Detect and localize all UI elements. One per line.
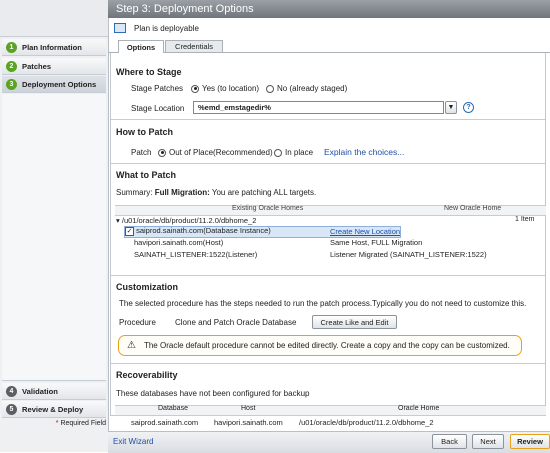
search-icon[interactable]: ? bbox=[463, 102, 474, 113]
stage-no-label: No (already staged) bbox=[277, 84, 348, 93]
page-title: Step 3: Deployment Options bbox=[108, 0, 550, 18]
warning-icon: ⚠ bbox=[127, 339, 136, 351]
collapse-icon[interactable]: ▾ bbox=[116, 216, 120, 225]
item-count: 1 Item bbox=[515, 216, 535, 223]
step-1-icon: 1 bbox=[6, 41, 17, 53]
col-database: Database bbox=[158, 405, 188, 412]
explain-choices-link[interactable]: Explain the choices... bbox=[324, 147, 404, 157]
exit-wizard-link[interactable]: Exit Wizard bbox=[113, 437, 153, 446]
procedure-value: Clone and Patch Oracle Database bbox=[175, 318, 297, 327]
stage-yes-label: Yes (to location) bbox=[202, 84, 260, 93]
in-place-radio[interactable] bbox=[274, 148, 282, 157]
review-button[interactable]: Review bbox=[510, 434, 550, 449]
out-of-place-radio[interactable] bbox=[158, 148, 166, 157]
step-3-icon: 3 bbox=[6, 78, 17, 90]
step-label: Review & Deploy bbox=[22, 404, 84, 414]
where-to-stage-title: Where to Stage bbox=[116, 67, 182, 77]
required-asterisk: * bbox=[55, 420, 59, 427]
divider bbox=[111, 363, 545, 364]
recoverability-note: These databases have not been configured… bbox=[116, 389, 310, 398]
stage-patches-label: Stage Patches bbox=[131, 84, 184, 93]
sidebar-step-deployment-options[interactable]: 3 Deployment Options bbox=[2, 76, 106, 93]
tab-credentials[interactable]: Credentials bbox=[165, 40, 223, 52]
status-bar: Plan is deployable bbox=[108, 21, 550, 35]
row-target: havipori.sainath.com(Host) bbox=[134, 238, 224, 247]
plan-status-icon bbox=[114, 23, 126, 33]
create-like-and-edit-button[interactable]: Create Like and Edit bbox=[312, 315, 397, 329]
step-label: Deployment Options bbox=[22, 79, 97, 89]
step-label: Patches bbox=[22, 61, 52, 71]
backup-host-cell: havipori.sainath.com bbox=[214, 418, 283, 427]
out-of-place-label: Out of Place(Recommended) bbox=[169, 148, 273, 157]
sidebar-body bbox=[2, 94, 106, 381]
col-host: Host bbox=[241, 405, 256, 412]
row-new-home: Listener Migrated (SAINATH_LISTENER:1522… bbox=[330, 250, 487, 259]
divider bbox=[111, 275, 545, 276]
chevron-down-icon: ▼ bbox=[447, 104, 455, 111]
required-field-label: Required Field bbox=[60, 420, 106, 427]
sidebar-step-plan-information[interactable]: 1 Plan Information bbox=[2, 39, 106, 56]
step-4-icon: 4 bbox=[6, 385, 17, 397]
step-2-icon: 2 bbox=[6, 60, 17, 72]
procedure-label: Procedure bbox=[119, 318, 156, 327]
col-existing-homes: Existing Oracle Homes bbox=[232, 205, 304, 212]
step-label: Plan Information bbox=[22, 42, 82, 52]
table-row[interactable]: ✓ saiprod.sainath.com(Database Instance) bbox=[125, 226, 271, 236]
step-label: Validation bbox=[22, 386, 58, 396]
status-text: Plan is deployable bbox=[134, 23, 199, 33]
how-to-patch-title: How to Patch bbox=[116, 127, 174, 137]
stage-location-label: Stage Location bbox=[131, 104, 185, 113]
tab-options[interactable]: Options bbox=[118, 40, 164, 53]
patch-summary: Summary: Full Migration: You are patchin… bbox=[116, 188, 316, 197]
divider bbox=[111, 119, 545, 120]
stage-location-input[interactable]: %emd_emstagedir% bbox=[193, 101, 444, 114]
summary-bold: Full Migration: bbox=[154, 188, 210, 197]
check-icon: ✓ bbox=[125, 227, 134, 236]
sidebar-step-review-deploy[interactable]: 5 Review & Deploy bbox=[2, 401, 106, 418]
summary-prefix: Summary: bbox=[116, 188, 153, 197]
stage-location-dropdown-button[interactable]: ▼ bbox=[445, 101, 457, 114]
customization-description: The selected procedure has the steps nee… bbox=[119, 299, 527, 308]
backup-db-cell: saiprod.sainath.com bbox=[131, 418, 199, 427]
summary-text: You are patching ALL targets. bbox=[211, 188, 317, 197]
sidebar-header bbox=[0, 0, 108, 37]
next-button[interactable]: Next bbox=[472, 434, 504, 449]
backup-home-cell: /u01/oracle/db/product/11.2.0/dbhome_2 bbox=[299, 418, 434, 427]
warning-message: ⚠ The Oracle default procedure cannot be… bbox=[118, 335, 522, 356]
patch-label: Patch bbox=[131, 148, 152, 157]
row-target: saiprod.sainath.com(Database Instance) bbox=[136, 226, 271, 235]
stage-yes-option[interactable]: Yes (to location) bbox=[191, 84, 259, 93]
in-place-option[interactable]: In place bbox=[274, 148, 313, 157]
row-new-home: Same Host, FULL Migration bbox=[330, 238, 423, 247]
sidebar-step-validation[interactable]: 4 Validation bbox=[2, 383, 106, 400]
divider bbox=[111, 163, 545, 164]
what-to-patch-title: What to Patch bbox=[116, 170, 176, 180]
customization-title: Customization bbox=[116, 282, 178, 292]
home-path: /u01/oracle/db/product/11.2.0/dbhome_2 bbox=[121, 216, 257, 225]
warning-text: The Oracle default procedure cannot be e… bbox=[143, 341, 510, 350]
col-new-home: New Oracle Home bbox=[444, 205, 502, 212]
step-5-icon: 5 bbox=[6, 403, 17, 415]
recoverability-title: Recoverability bbox=[116, 370, 178, 380]
create-new-location-link[interactable]: Create New Location bbox=[330, 227, 400, 236]
required-field-note: * Required Field bbox=[2, 420, 106, 431]
stage-no-option[interactable]: No (already staged) bbox=[266, 84, 347, 93]
out-of-place-option[interactable]: Out of Place(Recommended) bbox=[158, 148, 273, 157]
back-button[interactable]: Back bbox=[432, 434, 467, 449]
col-oracle-home: Oracle Home bbox=[398, 405, 440, 412]
sidebar-step-patches[interactable]: 2 Patches bbox=[2, 58, 106, 75]
stage-no-radio[interactable] bbox=[266, 84, 274, 93]
row-target: SAINATH_LISTENER:1522(Listener) bbox=[134, 250, 258, 259]
in-place-label: In place bbox=[285, 148, 314, 157]
stage-yes-radio[interactable] bbox=[191, 84, 199, 93]
home-path-row[interactable]: ▾ /u01/oracle/db/product/11.2.0/dbhome_2 bbox=[116, 216, 256, 225]
